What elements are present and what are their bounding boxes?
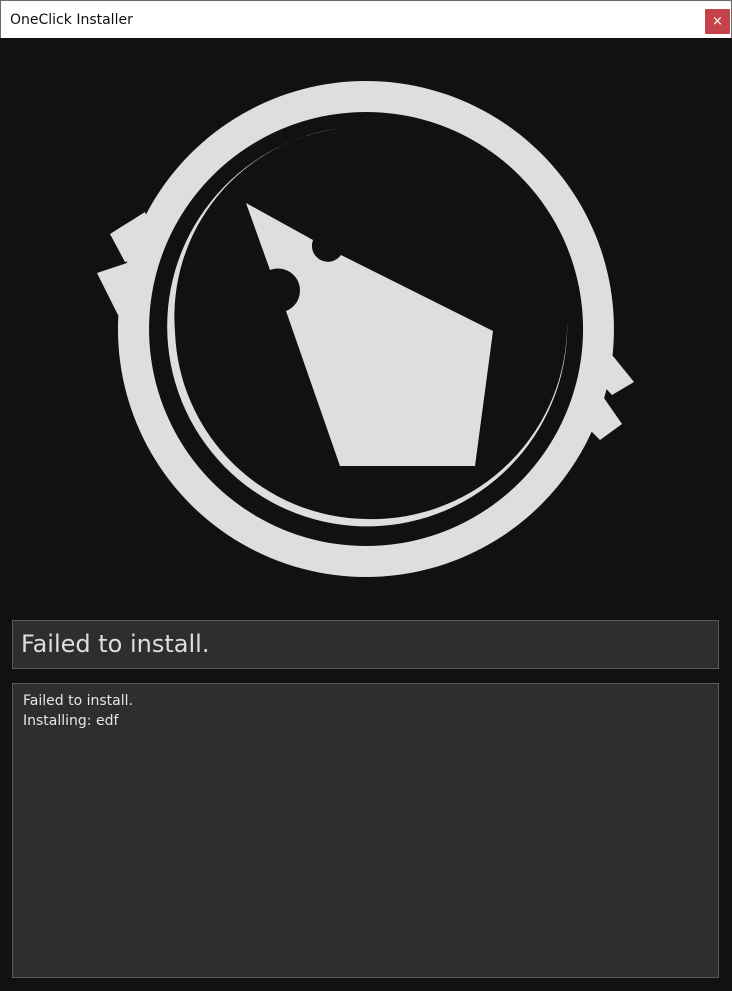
logo-area (0, 38, 732, 613)
log-line: Failed to install. (23, 693, 133, 709)
log-output[interactable]: Failed to install. Installing: edf (12, 683, 719, 978)
log-line: Installing: edf (23, 713, 119, 729)
status-box: Failed to install. (12, 620, 719, 669)
close-button[interactable]: × (705, 9, 730, 34)
title-bar[interactable]: OneClick Installer × (0, 0, 732, 38)
close-icon: × (712, 14, 723, 29)
pen-nib-logo-icon (97, 81, 634, 577)
window-title: OneClick Installer (10, 12, 133, 28)
pen-nib (246, 203, 493, 466)
installer-window: OneClick Installer × Failed to install. … (0, 0, 732, 991)
status-text: Failed to install. (21, 630, 210, 658)
